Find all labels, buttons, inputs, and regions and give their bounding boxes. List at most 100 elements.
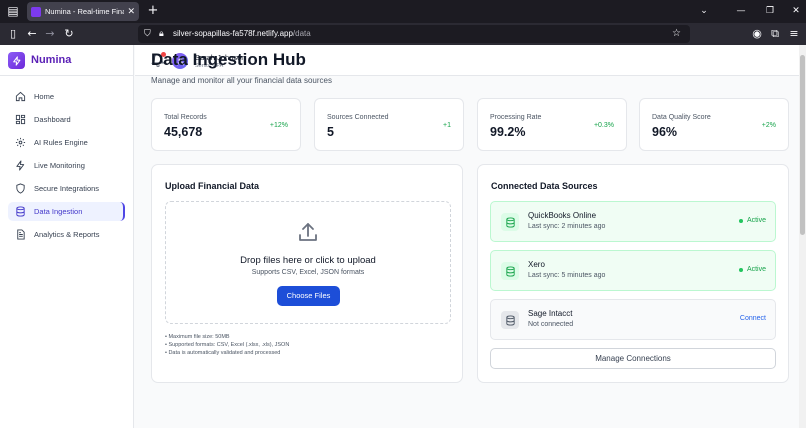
stat-card-sources-connected: Sources Connected 5 +1	[314, 98, 464, 151]
dropzone-subtitle: Supports CSV, Excel, JSON formats	[251, 269, 365, 276]
database-icon	[15, 206, 26, 217]
sidebar-item-label: Analytics & Reports	[34, 230, 100, 239]
sidebar-toggle-icon[interactable]: ▯	[5, 26, 21, 42]
choose-files-button[interactable]: Choose Files	[277, 286, 340, 306]
status-dot-icon	[738, 218, 743, 223]
status-label: Active	[746, 217, 766, 224]
brand-name: Numina	[31, 54, 72, 66]
extensions-icon[interactable]: ⧉	[767, 26, 783, 42]
close-window-icon[interactable]: ✕	[788, 3, 804, 19]
stat-label: Total Records	[164, 114, 207, 121]
stat-label: Data Quality Score	[652, 114, 711, 121]
shield-icon	[15, 183, 26, 194]
sidebar-item-label: Live Monitoring	[34, 161, 85, 170]
upload-card: Upload Financial Data Drop files here or…	[151, 164, 463, 383]
upload-card-title: Upload Financial Data	[165, 181, 260, 191]
source-name: Xero	[528, 260, 545, 269]
status-badge: Active	[738, 217, 766, 224]
document-icon	[15, 229, 26, 240]
sidebar-item-home[interactable]: Home	[8, 87, 125, 106]
source-name: QuickBooks Online	[528, 211, 597, 220]
list-all-tabs-icon[interactable]: ⌄	[696, 3, 712, 19]
source-quickbooks-online[interactable]: QuickBooks Online Last sync: 2 minutes a…	[490, 201, 776, 242]
sidebar-item-data-ingestion[interactable]: Data Ingestion	[8, 202, 125, 221]
page-subtitle: Manage and monitor all your financial da…	[151, 76, 332, 85]
connect-button[interactable]: Connect	[740, 315, 766, 322]
upload-notes: • Maximum file size: 50MB • Supported fo…	[165, 333, 289, 357]
file-dropzone[interactable]: Drop files here or click to upload Suppo…	[165, 201, 451, 324]
tab-list-icon[interactable]: ▤	[5, 4, 21, 19]
database-icon	[501, 262, 519, 280]
manage-connections-button[interactable]: Manage Connections	[490, 348, 776, 369]
stat-value: 96%	[652, 125, 678, 139]
source-xero[interactable]: Xero Last sync: 5 minutes ago Active	[490, 250, 776, 291]
url-path: /data	[292, 29, 311, 38]
stat-value: 99.2%	[490, 125, 526, 139]
stat-card-processing-rate: Processing Rate 99.2% +0.3%	[477, 98, 627, 151]
source-sync-status: Last sync: 5 minutes ago	[528, 272, 606, 279]
address-bar[interactable]: ⛉ 🔒︎ silver-sopapillas-fa578f.netlify.ap…	[138, 25, 690, 43]
sidebar-item-label: Secure Integrations	[34, 184, 100, 193]
back-icon[interactable]: ←	[24, 26, 40, 42]
upload-note: • Data is automatically validated and pr…	[165, 350, 281, 356]
tracking-shield-icon[interactable]: ⛉	[144, 27, 156, 41]
browser-tab-bar: ▤ Numina - Real-time Financial Anom ✕ + …	[0, 0, 806, 23]
status-badge: Active	[738, 266, 766, 273]
restore-icon[interactable]: ❐	[762, 3, 778, 19]
lightning-icon	[15, 160, 26, 171]
sidebar-item-label: Dashboard	[34, 115, 71, 124]
dashboard-icon	[15, 114, 26, 125]
sidebar-item-analytics-reports[interactable]: Analytics & Reports	[8, 225, 125, 244]
page-scrollbar[interactable]	[799, 45, 806, 428]
gear-icon	[15, 137, 26, 148]
account-icon[interactable]: ◉	[749, 26, 765, 42]
source-name: Sage Intacct	[528, 309, 573, 318]
lightning-logo-icon	[8, 52, 25, 69]
stat-change: +2%	[761, 122, 776, 129]
reload-icon[interactable]: ↻	[61, 26, 77, 42]
new-tab-button[interactable]: +	[146, 3, 160, 19]
source-sync-status: Not connected	[528, 321, 574, 328]
bookmark-star-icon[interactable]: ☆	[672, 27, 684, 41]
url-text[interactable]: silver-sopapillas-fa578f.netlify.app/dat…	[173, 28, 311, 40]
stat-value: 5	[327, 125, 334, 139]
tab-title: Numina - Real-time Financial Anom	[45, 7, 125, 16]
source-sage-intacct[interactable]: Sage Intacct Not connected Connect	[490, 299, 776, 340]
database-icon	[501, 311, 519, 329]
sidebar-item-label: Home	[34, 92, 55, 101]
sidebar-item-label: AI Rules Engine	[34, 138, 88, 147]
upload-note: • Maximum file size: 50MB	[165, 334, 230, 340]
source-sync-status: Last sync: 2 minutes ago	[528, 223, 606, 230]
dropzone-title: Drop files here or click to upload	[240, 255, 376, 266]
stat-change: +0.3%	[593, 122, 614, 129]
sidebar-item-dashboard[interactable]: Dashboard	[8, 110, 125, 129]
stat-label: Sources Connected	[327, 114, 389, 121]
minimize-icon[interactable]: —	[733, 3, 749, 19]
brand[interactable]: Numina	[0, 45, 134, 76]
stat-value: 45,678	[164, 125, 203, 139]
home-icon	[15, 91, 26, 102]
sidebar: Numina Home Dashboard AI Rules Engine Li…	[0, 45, 134, 428]
browser-tab[interactable]: Numina - Real-time Financial Anom ✕	[27, 2, 139, 21]
stat-card-total-records: Total Records 45,678 +12%	[151, 98, 301, 151]
status-label: Active	[746, 266, 766, 273]
favicon-icon	[31, 6, 41, 17]
sidebar-item-live-monitoring[interactable]: Live Monitoring	[8, 156, 125, 175]
sidebar-item-secure-integrations[interactable]: Secure Integrations	[8, 179, 125, 198]
database-icon	[501, 213, 519, 231]
upload-note: • Supported formats: CSV, Excel (.xlsx, …	[165, 342, 290, 348]
url-host: silver-sopapillas-fa578f.netlify.app	[173, 29, 293, 38]
sidebar-item-ai-rules-engine[interactable]: AI Rules Engine	[8, 133, 125, 152]
tab-close-icon[interactable]: ✕	[127, 7, 135, 17]
data-sources-card: Connected Data Sources QuickBooks Online…	[477, 164, 789, 383]
menu-icon[interactable]: ≡	[786, 26, 802, 42]
upload-icon	[296, 220, 320, 244]
scrollbar-thumb[interactable]	[800, 55, 805, 235]
forward-icon[interactable]: →	[42, 26, 58, 42]
data-sources-card-title: Connected Data Sources	[491, 181, 598, 191]
browser-nav-bar: ▯ ← → ↻ ⛉ 🔒︎ silver-sopapillas-fa578f.ne…	[0, 23, 806, 45]
lock-icon[interactable]: 🔒︎	[159, 27, 171, 41]
page-title: Data Ingestion Hub	[151, 50, 306, 69]
stat-card-data-quality-score: Data Quality Score 96% +2%	[639, 98, 789, 151]
stat-change: +12%	[269, 122, 288, 129]
